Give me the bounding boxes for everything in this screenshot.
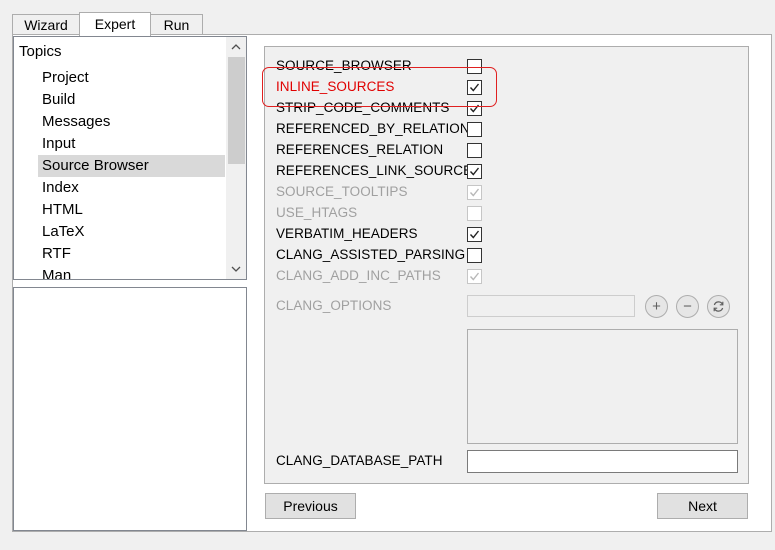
topic-rtf[interactable]: RTF xyxy=(38,243,225,265)
scroll-up-icon[interactable] xyxy=(226,37,246,57)
topics-scrollbar[interactable] xyxy=(226,37,246,279)
topic-man[interactable]: Man xyxy=(38,265,225,279)
checkmark-icon xyxy=(469,104,480,113)
checkbox-clang-add-inc-paths xyxy=(467,269,482,284)
clang-options-input xyxy=(467,295,635,317)
option-label-referenced-by-relation: REFERENCED_BY_RELATION xyxy=(276,121,470,136)
checkbox-inline-sources[interactable] xyxy=(467,80,482,95)
option-label-verbatim-headers: VERBATIM_HEADERS xyxy=(276,226,418,241)
checkbox-clang-assisted-parsing[interactable] xyxy=(467,248,482,263)
topic-messages[interactable]: Messages xyxy=(38,111,225,133)
option-label-use-htags: USE_HTAGS xyxy=(276,205,358,220)
checkmark-icon xyxy=(469,167,480,176)
option-label-references-link-source: REFERENCES_LINK_SOURCE xyxy=(276,163,473,178)
checkbox-use-htags xyxy=(467,206,482,221)
checkbox-references-link-source[interactable] xyxy=(467,164,482,179)
checkbox-references-relation[interactable] xyxy=(467,143,482,158)
option-label-clang-options: CLANG_OPTIONS xyxy=(276,298,392,313)
topic-build[interactable]: Build xyxy=(38,89,225,111)
topic-source-browser[interactable]: Source Browser xyxy=(38,155,225,177)
plus-icon: + xyxy=(652,298,661,315)
option-label-inline-sources: INLINE_SOURCES xyxy=(276,79,395,94)
reset-button[interactable] xyxy=(707,295,730,318)
checkmark-icon xyxy=(469,230,480,239)
clang-database-path-input[interactable] xyxy=(467,450,738,473)
minus-icon: − xyxy=(683,298,692,315)
checkbox-referenced-by-relation[interactable] xyxy=(467,122,482,137)
topic-index[interactable]: Index xyxy=(38,177,225,199)
option-label-clang-add-inc-paths: CLANG_ADD_INC_PATHS xyxy=(276,268,441,283)
option-label-strip-code-comments: STRIP_CODE_COMMENTS xyxy=(276,100,450,115)
topic-input[interactable]: Input xyxy=(38,133,225,155)
clang-options-list[interactable] xyxy=(467,329,738,444)
checkmark-icon xyxy=(469,188,480,197)
reset-icon xyxy=(713,301,724,312)
settings-panel: SOURCE_BROWSER INLINE_SOURCES STRIP_CODE… xyxy=(264,46,749,484)
tab-expert[interactable]: Expert xyxy=(79,12,151,36)
tab-wizard[interactable]: Wizard xyxy=(12,14,80,35)
option-label-clang-assisted-parsing: CLANG_ASSISTED_PARSING xyxy=(276,247,466,262)
scroll-down-icon[interactable] xyxy=(226,259,246,279)
next-button[interactable]: Next xyxy=(657,493,748,519)
topic-project[interactable]: Project xyxy=(38,67,225,89)
checkbox-strip-code-comments[interactable] xyxy=(467,101,482,116)
help-text-panel xyxy=(13,287,247,531)
tab-run[interactable]: Run xyxy=(150,14,203,35)
option-label-clang-database-path: CLANG_DATABASE_PATH xyxy=(276,453,443,468)
previous-button[interactable]: Previous xyxy=(265,493,356,519)
topics-header: Topics xyxy=(19,43,62,60)
scroll-thumb[interactable] xyxy=(228,57,245,164)
option-label-source-tooltips: SOURCE_TOOLTIPS xyxy=(276,184,408,199)
option-label-references-relation: REFERENCES_RELATION xyxy=(276,142,444,157)
topic-latex[interactable]: LaTeX xyxy=(38,221,225,243)
remove-button[interactable]: − xyxy=(676,295,699,318)
checkbox-source-browser[interactable] xyxy=(467,59,482,74)
topic-html[interactable]: HTML xyxy=(38,199,225,221)
option-label-source-browser: SOURCE_BROWSER xyxy=(276,58,412,73)
topics-tree[interactable]: Topics Project Build Messages Input Sour… xyxy=(13,36,247,280)
checkmark-icon xyxy=(469,272,480,281)
checkmark-icon xyxy=(469,83,480,92)
add-button[interactable]: + xyxy=(645,295,668,318)
checkbox-verbatim-headers[interactable] xyxy=(467,227,482,242)
checkbox-source-tooltips xyxy=(467,185,482,200)
